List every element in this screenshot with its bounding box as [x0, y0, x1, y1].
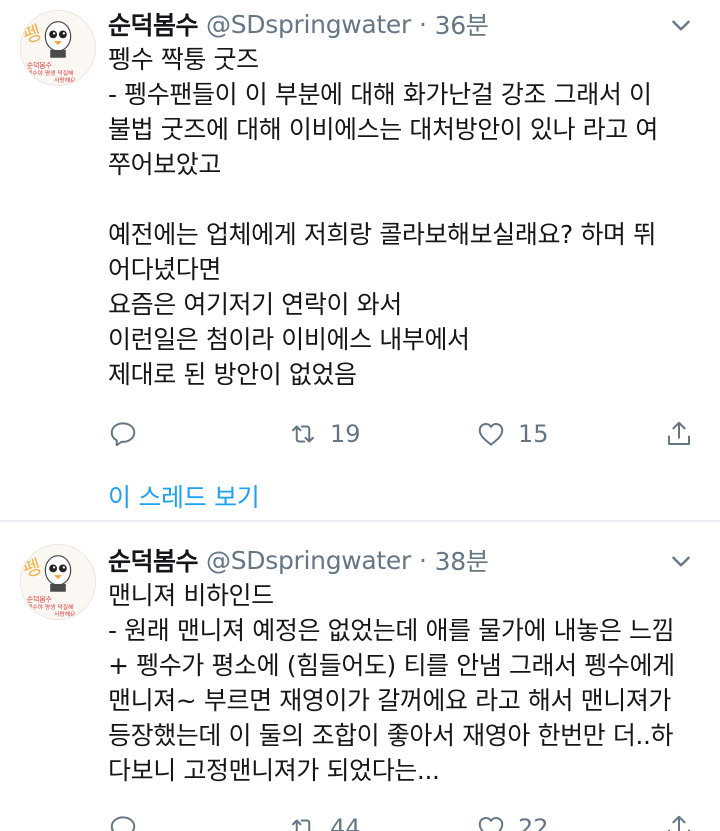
retweet-icon: [292, 425, 314, 443]
timestamp[interactable]: 38분: [435, 542, 489, 578]
share-button[interactable]: [664, 808, 694, 831]
avatar[interactable]: 펭 순덕봄수 펭수야 평생 덕질해 사랑해요: [20, 10, 96, 86]
author-handle[interactable]: @SDspringwater: [206, 546, 411, 575]
retweet-button[interactable]: 44: [288, 808, 361, 831]
tweet-text-line: 쭈어보았고: [108, 150, 222, 179]
avatar[interactable]: 펭 순덕봄수 펭수야 평생 덕질해 사랑해요: [20, 544, 96, 620]
author-name[interactable]: 순덕봄수: [108, 6, 199, 42]
tweet[interactable]: 펭 순덕봄수 펭수야 평생 덕질해 사랑해요 순덕봄수 @SDspringwat…: [0, 522, 720, 831]
tweet-text: 펭수 짝퉁 굿즈 - 펭수팬들이 이 부분에 대해 화가난걸 강조 그래서 이 …: [108, 42, 708, 392]
like-button[interactable]: 22: [476, 808, 549, 831]
like-icon: [478, 817, 504, 831]
separator-dot: ·: [419, 9, 427, 39]
tweet-text-line: 불법 굿즈에 대해 이비에스는 대처방안이 있나 라고 여: [108, 115, 659, 144]
svg-text:사랑해요: 사랑해요: [54, 76, 76, 84]
timestamp[interactable]: 36분: [435, 6, 489, 42]
like-button[interactable]: 15: [476, 414, 549, 454]
tweet-text-line: 이런일은 첨이라 이비에스 내부에서: [108, 325, 470, 354]
tweet-actions: 44 22: [108, 808, 698, 831]
svg-text:펭수야 평생 덕질해: 펭수야 평생 덕질해: [27, 69, 74, 77]
svg-text:순덕봄수: 순덕봄수: [27, 594, 52, 603]
tweet-text: 맨니져 비하인드 - 원래 맨니져 예정은 없었는데 애를 물가에 내놓은 느낌…: [108, 578, 708, 788]
tweet-header: 순덕봄수 @SDspringwater · 38분: [108, 542, 489, 578]
share-button[interactable]: [664, 414, 694, 454]
like-count: 22: [518, 814, 549, 831]
tweet-text-line: 예전에는 업체에게 저희랑 콜라보해보실래요? 하며 뛰: [108, 220, 656, 249]
retweet-count: 19: [330, 420, 361, 448]
share-icon: [668, 815, 690, 831]
separator-dot: ·: [419, 545, 427, 575]
svg-text:펭수야 평생 덕질해: 펭수야 평생 덕질해: [27, 603, 74, 611]
share-icon: [668, 421, 690, 445]
author-name[interactable]: 순덕봄수: [108, 542, 199, 578]
avatar-image: 펭 순덕봄수 펭수야 평생 덕질해 사랑해요: [21, 11, 95, 85]
tweet-text-line: 펭수 짝퉁 굿즈: [108, 45, 259, 74]
tweet-actions: 19 15: [108, 414, 698, 454]
tweet-text-line: 요즘은 여기저기 연락이 와서: [108, 290, 402, 319]
tweet-text-line: 맨니져~ 부르면 재영이가 갈꺼에요 라고 해서 맨니져가: [108, 686, 672, 715]
reply-icon: [110, 422, 136, 447]
tweet[interactable]: 펭 순덕봄수 펭수야 평생 덕질해 사랑해요 순덕봄수 @SDspringwat…: [0, 0, 720, 522]
tweet-header: 순덕봄수 @SDspringwater · 36분: [108, 6, 489, 42]
tweet-text-line: 등장했는데 이 둘의 조합이 좋아서 재영아 한번만 더..하: [108, 721, 674, 750]
avatar-image: 펭 순덕봄수 펭수야 평생 덕질해 사랑해요: [21, 545, 95, 619]
like-count: 15: [518, 420, 549, 448]
show-thread-link[interactable]: 이 스레드 보기: [108, 478, 260, 514]
chevron-down-icon[interactable]: [668, 548, 694, 574]
tweet-text-line: 다보니 고정맨니져가 되었다는...: [108, 756, 440, 785]
retweet-icon: [292, 819, 314, 831]
tweet-text-line: 제대로 된 방안이 없었음: [108, 360, 357, 389]
like-icon: [478, 423, 504, 446]
reply-button[interactable]: [108, 414, 138, 454]
tweet-text-line: 어다녔다면: [108, 255, 222, 284]
retweet-button[interactable]: 19: [288, 414, 361, 454]
svg-text:순덕봄수: 순덕봄수: [27, 60, 52, 69]
reply-icon: [110, 816, 136, 831]
svg-text:사랑해요: 사랑해요: [54, 610, 76, 618]
tweet-text-line: + 펭수가 평소에 (힘들어도) 티를 안냄 그래서 펭수에게: [108, 651, 675, 680]
tweet-text-line: 맨니져 비하인드: [108, 581, 274, 610]
reply-button[interactable]: [108, 808, 138, 831]
tweet-text-line: - 원래 맨니져 예정은 없었는데 애를 물가에 내놓은 느낌: [108, 616, 675, 645]
author-handle[interactable]: @SDspringwater: [206, 10, 411, 39]
chevron-down-icon[interactable]: [668, 12, 694, 38]
tweet-text-line: [108, 182, 708, 217]
retweet-count: 44: [330, 814, 361, 831]
tweet-text-line: - 펭수팬들이 이 부분에 대해 화가난걸 강조 그래서 이: [108, 80, 652, 109]
